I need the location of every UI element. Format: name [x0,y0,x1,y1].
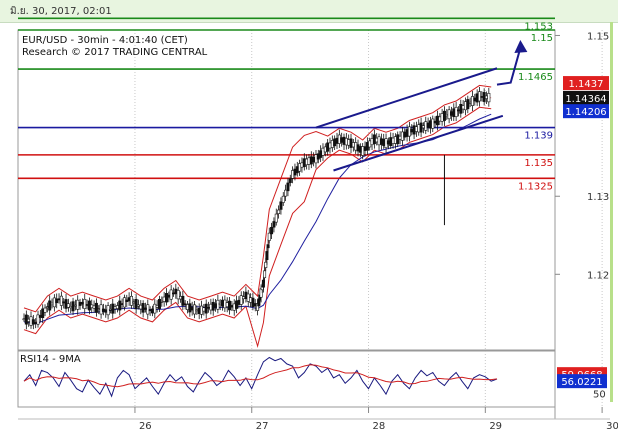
level-label: 1.153 [524,21,553,32]
price-tag-label: 1.14364 [565,94,606,105]
chart-subtitle: Research © 2017 TRADING CENTRAL [22,47,208,58]
level-label: 1.135 [524,158,553,169]
x-tick-label: 26 [139,421,152,432]
forex-chart: 26 27 28 29 301.151.131.121.1531.151.14651.1… [17,17,618,432]
candle-body [134,298,138,309]
rsi-title: RSI14 - 9MA [20,354,81,365]
candle-body [266,244,270,249]
price-tag-label: 1.14206 [565,107,606,118]
level-label: 1.139 [524,131,553,142]
candle-body [59,295,63,306]
candle-body [122,297,126,308]
candle-body [281,195,285,203]
candle-body [83,298,87,309]
level-label: 1.1465 [518,72,553,83]
level-label: 1.15 [531,33,553,44]
candle-body [48,300,52,311]
candle-body [157,298,161,309]
right-accent-bar [610,22,613,402]
candle-body [270,226,274,235]
x-tick-label: 28 [373,421,386,432]
candle-body [431,118,435,129]
price-tag-label: 1.1437 [569,79,604,90]
level-label: 1.1325 [518,181,553,192]
y-tick-label: 1.13 [587,192,609,203]
candle-body [146,304,150,315]
candle-body [267,232,271,241]
rsi-tag-label: 56.0221 [561,377,602,388]
candle-body [164,293,168,303]
candle-body [193,304,197,315]
candle-body [277,209,281,214]
candle-body [466,99,470,110]
candle-body [129,295,133,306]
candle-body [118,300,122,311]
x-tick-label: 30 [606,421,618,432]
candle-body [169,289,173,300]
candle-body [274,213,278,223]
candle-body [288,178,292,183]
x-tick-label: 29 [489,421,502,432]
candle-body [279,201,283,210]
candle-body [454,106,458,117]
rsi-tick-label: 50 [593,389,606,400]
y-tick-label: 1.12 [587,270,609,281]
candle-body [263,270,267,279]
candle-body [487,93,491,103]
chart-title: EUR/USD - 30min - 4:01:40 (CET) [22,35,188,46]
x-tick-label: 27 [256,421,269,432]
candle-body [94,302,98,313]
candle-body [43,307,47,313]
y-tick-label: 1.15 [587,31,609,42]
candle-body [286,182,290,192]
